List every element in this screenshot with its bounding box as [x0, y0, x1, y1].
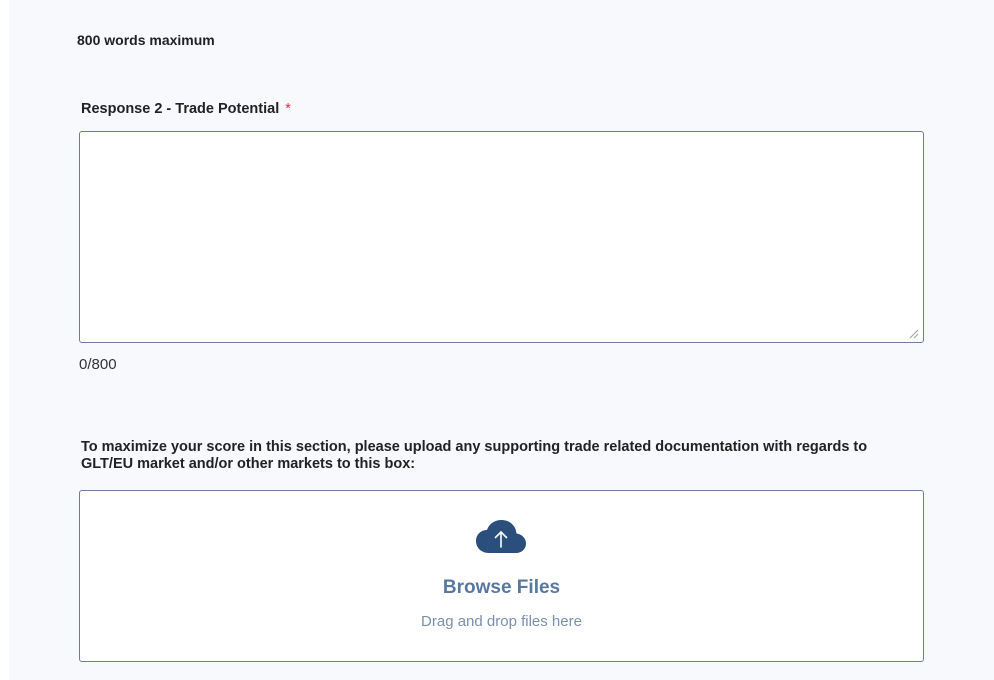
upload-instructions: To maximize your score in this section, … — [81, 439, 868, 472]
drag-drop-hint: Drag and drop files here — [421, 613, 582, 630]
cloud-upload-icon — [476, 520, 526, 553]
required-asterisk: * — [285, 101, 291, 117]
file-dropzone[interactable]: Browse Files Drag and drop files here — [79, 490, 924, 662]
resize-handle-icon[interactable] — [907, 327, 919, 339]
response-2-label: Response 2 - Trade Potential * — [81, 101, 291, 117]
browse-files-button[interactable]: Browse Files — [80, 577, 923, 599]
character-counter: 0/800 — [79, 356, 117, 373]
response-2-label-text: Response 2 - Trade Potential — [81, 101, 280, 117]
word-limit-note: 800 words maximum — [77, 32, 215, 48]
response-2-textarea[interactable] — [79, 131, 924, 343]
